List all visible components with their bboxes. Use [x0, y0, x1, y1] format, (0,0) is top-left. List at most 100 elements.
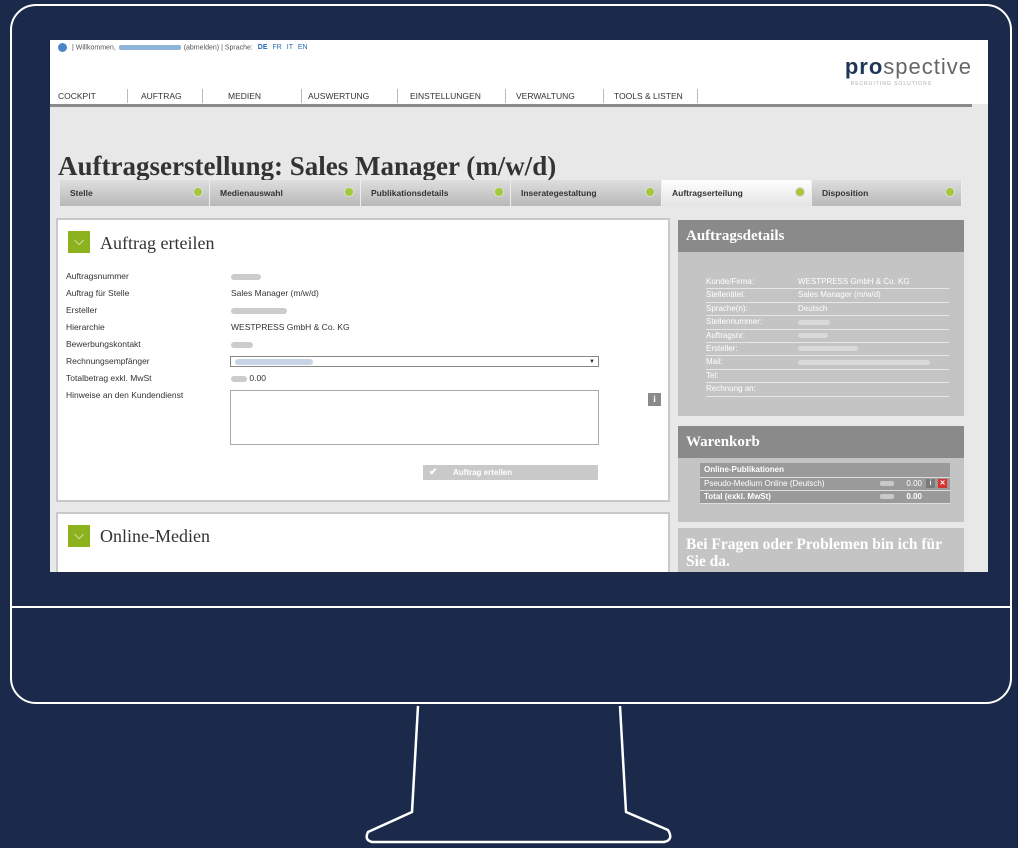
nav-auswertung[interactable]: AUSWERTUNG: [308, 89, 398, 103]
info-icon[interactable]: i: [926, 479, 935, 488]
detail-value-redacted: [798, 343, 858, 355]
value-totalbetrag: 0.00: [231, 373, 266, 383]
info-icon[interactable]: i: [648, 393, 661, 406]
warenkorb-title: Warenkorb: [678, 426, 964, 458]
step-disposition[interactable]: Disposition: [812, 180, 962, 206]
brand-logo: prospective: [845, 54, 972, 80]
page-title: Auftragserstellung: Sales Manager (m/w/d…: [58, 151, 557, 182]
hinweise-textarea[interactable]: [230, 390, 599, 445]
detail-value: WESTPRESS GmbH & Co. KG: [798, 277, 910, 286]
step-inserategestaltung[interactable]: Inserategestaltung: [511, 180, 662, 206]
detail-label: Ersteller:: [706, 343, 738, 353]
detail-label: Kunde/Firma:: [706, 277, 755, 286]
wizard-steps: Stelle Medienauswahl Publikationsdetails…: [60, 180, 962, 206]
detail-row: Rechnung an:: [706, 383, 949, 397]
chevron-down-icon[interactable]: ⌵: [68, 231, 90, 253]
language-it[interactable]: IT: [287, 44, 293, 51]
cart-total-label: Total (exkl. MwSt): [704, 492, 771, 501]
step-stelle[interactable]: Stelle: [60, 180, 210, 206]
step-status-icon: [494, 187, 504, 197]
currency-redacted: [880, 481, 894, 486]
welcome-text: | Willkommen,: [71, 44, 116, 52]
language-en[interactable]: EN: [298, 44, 308, 51]
label-bewerbungskontakt: Bewerbungskontakt: [66, 339, 141, 349]
cart-section-header: Online-Publikationen: [700, 463, 950, 478]
step-status-icon: [193, 187, 203, 197]
detail-label: Mail:: [706, 357, 723, 367]
label-hinweise: Hinweise an den Kundendienst: [66, 390, 184, 400]
detail-label: Rechnung an:: [706, 384, 756, 394]
user-name-redacted: [118, 45, 181, 50]
label-hierarchie: Hierarchie: [66, 322, 105, 332]
step-label: Disposition: [822, 188, 869, 198]
step-label: Auftragserteilung: [672, 188, 743, 198]
step-label: Inserategestaltung: [521, 188, 597, 198]
label-auftrag-fuer-stelle: Auftrag für Stelle: [66, 288, 130, 298]
nav-auftrag[interactable]: AUFTRAG: [141, 89, 203, 103]
dropdown-arrow-icon: ▼: [589, 359, 595, 365]
cart-item-row: Pseudo-Medium Online (Deutsch) 0.00 i ✕: [700, 478, 950, 491]
step-publikationsdetails[interactable]: Publikationsdetails: [361, 180, 511, 206]
logo-rest: spective: [883, 54, 972, 79]
value-hierarchie: WESTPRESS GmbH & Co. KG: [231, 322, 350, 332]
chevron-down-icon[interactable]: ⌵: [68, 525, 90, 547]
cart-total-amount: 0.00: [906, 492, 922, 501]
logo-strong: pro: [844, 54, 884, 79]
language-de[interactable]: DE: [258, 44, 268, 51]
check-icon: ✔: [429, 467, 438, 478]
help-title: Bei Fragen oder Problemen bin ich für Si…: [686, 536, 942, 570]
label-auftragsnummer: Auftragsnummer: [66, 271, 129, 281]
detail-row: Stellentitel: Sales Manager (m/w/d): [706, 289, 949, 303]
step-status-icon: [645, 187, 655, 197]
detail-value-redacted: [798, 316, 830, 328]
step-status-icon: [795, 187, 805, 197]
nav-tools-listen[interactable]: TOOLS & LISTEN: [614, 89, 698, 103]
cart-item-label: Pseudo-Medium Online (Deutsch): [704, 479, 825, 488]
auftrag-erteilen-button[interactable]: ✔ Auftrag erteilen: [423, 465, 598, 480]
detail-label: Stellennummer:: [706, 317, 763, 327]
auftragsdetails-box: Auftragsdetails Kunde/Firma: WESTPRESS Gm…: [678, 220, 964, 416]
online-medien-panel: ⌵ Online-Medien: [56, 512, 670, 572]
nav-medien[interactable]: MEDIEN: [228, 89, 302, 103]
totalbetrag-amount: 0.00: [249, 373, 266, 383]
cart-item-amount: 0.00: [906, 479, 922, 488]
label-ersteller: Ersteller: [66, 305, 98, 315]
detail-label: Sprache(n):: [706, 303, 748, 313]
home-icon[interactable]: [58, 43, 67, 52]
order-panel: ⌵ Auftrag erteilen Auftragsnummer Auftra…: [56, 218, 670, 502]
step-auftragserteilung[interactable]: Auftragserteilung: [662, 180, 812, 206]
detail-row: Ersteller:: [706, 343, 949, 357]
detail-value: Sales Manager (m/w/d): [798, 290, 881, 300]
step-medienauswahl[interactable]: Medienauswahl: [210, 180, 361, 206]
detail-value-redacted: [798, 330, 828, 342]
nav-verwaltung[interactable]: VERWALTUNG: [516, 89, 604, 103]
value-bewerbungskontakt: [231, 339, 253, 349]
nav-einstellungen[interactable]: EINSTELLUNGEN: [410, 89, 506, 103]
value-auftragsnummer: [231, 271, 261, 281]
rechnungsempfaenger-select[interactable]: ▼: [230, 356, 599, 367]
detail-row: Sprache(n): Deutsch: [706, 303, 949, 317]
step-label: Publikationsdetails: [371, 188, 449, 198]
step-label: Medienauswahl: [220, 188, 283, 198]
currency-redacted: [880, 494, 894, 499]
remove-icon[interactable]: ✕: [938, 479, 947, 488]
order-panel-title: Auftrag erteilen: [100, 233, 215, 253]
logout-link[interactable]: (abmelden): [184, 44, 219, 51]
cart-total-row: Total (exkl. MwSt) 0.00: [700, 491, 950, 504]
value-auftrag-fuer-stelle: Sales Manager (m/w/d): [231, 288, 319, 298]
value-ersteller: [231, 305, 287, 315]
help-box: Bei Fragen oder Problemen bin ich für Si…: [678, 528, 964, 572]
step-status-icon: [344, 187, 354, 197]
language-label: | Sprache:: [221, 44, 253, 52]
auftragsdetails-title: Auftragsdetails: [678, 220, 964, 252]
detail-label: Stellentitel:: [706, 290, 746, 300]
top-bar: | Willkommen, (abmelden) | Sprache: DE F…: [50, 40, 988, 107]
logo-subtitle: RECRUITING SOLUTIONS: [850, 81, 932, 87]
language-fr[interactable]: FR: [272, 44, 281, 51]
online-medien-title: Online-Medien: [100, 526, 210, 546]
nav-cockpit[interactable]: COCKPIT: [58, 89, 128, 103]
cart-table: Online-Publikationen Pseudo-Medium Onlin…: [700, 463, 950, 504]
submit-label: Auftrag erteilen: [453, 468, 513, 477]
label-rechnungsempfaenger: Rechnungsempfänger: [66, 356, 150, 366]
auftragsdetails-table: Kunde/Firma: WESTPRESS GmbH & Co. KG Stel…: [706, 276, 949, 397]
